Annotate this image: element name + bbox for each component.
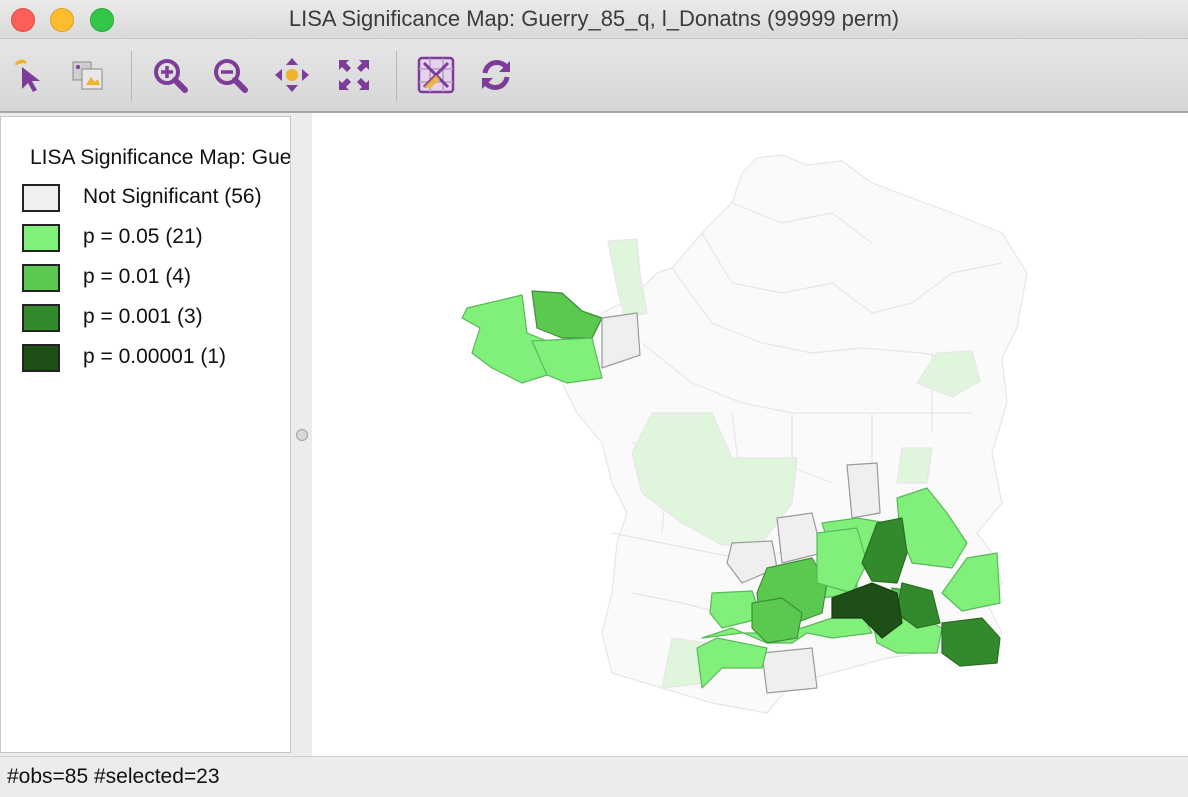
copy-image-button[interactable] xyxy=(68,55,108,95)
france-map xyxy=(461,154,1028,714)
select-tool-button[interactable] xyxy=(10,55,50,95)
zoom-in-icon xyxy=(154,59,188,93)
status-text: #obs=85 #selected=23 xyxy=(7,765,220,788)
title-bar: LISA Significance Map: Guerry_85_q, l_Do… xyxy=(0,0,1188,39)
toolbar-separator xyxy=(131,51,132,101)
legend-swatch xyxy=(22,224,60,252)
legend-swatch xyxy=(22,304,60,332)
toolbar xyxy=(0,39,1188,113)
legend-swatch xyxy=(22,344,60,372)
basemap-icon xyxy=(417,56,455,94)
legend-label: p = 0.001 (3) xyxy=(83,305,203,328)
legend-label: p = 0.00001 (1) xyxy=(83,345,227,368)
legend-title: LISA Significance Map: Guerry_85_q, l_Do… xyxy=(30,146,291,169)
legend-swatch xyxy=(22,184,60,212)
window-title: LISA Significance Map: Guerry_85_q, l_Do… xyxy=(288,6,900,31)
zoom-out-icon xyxy=(214,59,248,93)
legend-panel: LISA Significance Map: Guerry_85_q, l_Do… xyxy=(0,116,291,753)
zoom-out-button[interactable] xyxy=(210,55,250,95)
map-region-unselected-sig[interactable] xyxy=(607,238,648,319)
map-region-selected-not-sig[interactable] xyxy=(846,462,881,519)
legend-label: p = 0.05 (21) xyxy=(83,225,203,248)
zoom-in-button[interactable] xyxy=(150,55,190,95)
panel-splitter[interactable] xyxy=(292,116,312,753)
basemap-button[interactable] xyxy=(416,55,456,95)
copy-image-icon xyxy=(72,61,103,90)
map-canvas[interactable] xyxy=(312,113,1188,756)
map-region-unselected-sig[interactable] xyxy=(896,447,933,484)
pointer-icon xyxy=(14,59,40,92)
splitter-handle[interactable] xyxy=(296,429,308,441)
map-region-p001[interactable] xyxy=(531,290,603,339)
status-bar: #obs=85 #selected=23 xyxy=(0,756,1188,797)
pan-icon xyxy=(275,58,309,92)
refresh-button[interactable] xyxy=(476,55,516,95)
legend-label: Not Significant (56) xyxy=(83,185,262,208)
toolbar-separator xyxy=(396,51,397,101)
full-extent-icon xyxy=(339,60,369,90)
legend-swatch xyxy=(22,264,60,292)
full-extent-button[interactable] xyxy=(334,55,374,95)
refresh-icon xyxy=(482,60,510,90)
map-region-selected-not-sig[interactable] xyxy=(761,647,818,694)
pan-button[interactable] xyxy=(272,55,312,95)
legend-label: p = 0.01 (4) xyxy=(83,265,191,288)
